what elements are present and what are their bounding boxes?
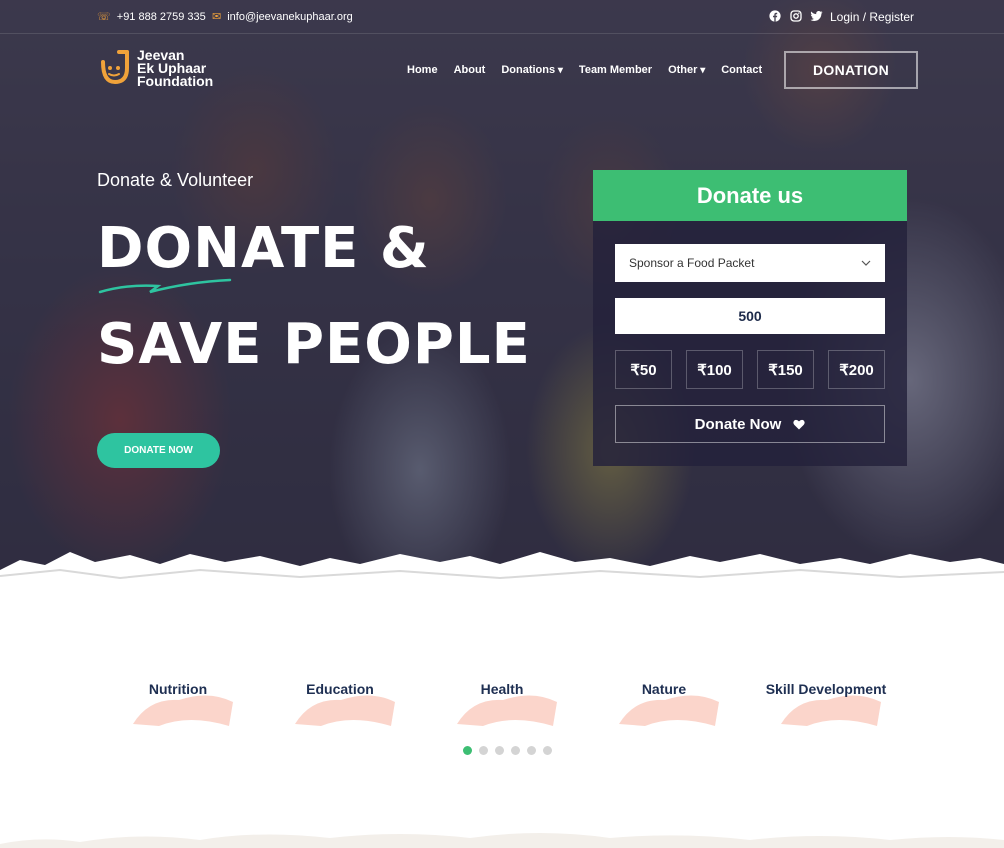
preset-amount-200[interactable]: ₹200 xyxy=(828,350,885,389)
donate-panel-title: Donate us xyxy=(593,170,907,221)
facebook-icon[interactable] xyxy=(768,9,781,22)
instagram-icon[interactable] xyxy=(789,9,802,22)
phone-number: +91 888 2759 335 xyxy=(116,10,206,23)
category-label: Nature xyxy=(641,681,687,697)
carousel-dot-3[interactable] xyxy=(495,746,504,755)
hero-title-line-2: SAVE PEOPLE xyxy=(97,312,531,377)
logo-mark-icon xyxy=(101,50,129,85)
carousel-dots xyxy=(463,746,552,755)
phone-icon: ☏ xyxy=(97,11,111,23)
amount-input[interactable]: 500 xyxy=(615,298,885,334)
nav-contact[interactable]: Contact xyxy=(721,64,762,76)
social-links xyxy=(768,9,823,22)
top-bar: ☏ +91 888 2759 335 ✉ info@jeevanekuphaar… xyxy=(0,0,1004,34)
hero-title-line-1: DONATE & xyxy=(97,216,430,281)
twitter-icon[interactable] xyxy=(810,9,823,22)
torn-paper-edge xyxy=(0,552,1004,580)
logo-line-3: Foundation xyxy=(137,72,214,89)
squiggle-underline xyxy=(98,278,232,294)
category-label: Education xyxy=(306,681,374,697)
nav-other[interactable]: Other xyxy=(668,64,705,76)
panel-donate-now-button[interactable]: Donate Now xyxy=(615,405,885,443)
main-nav: Home About Donations Team Member Other C… xyxy=(407,64,762,76)
mail-icon: ✉ xyxy=(212,11,222,23)
donation-button[interactable]: DONATION xyxy=(784,51,918,89)
hero-subtitle: Donate & Volunteer xyxy=(97,170,254,190)
category-nature[interactable]: Nature xyxy=(583,670,745,726)
nav-about[interactable]: About xyxy=(454,64,486,76)
carousel-dot-2[interactable] xyxy=(479,746,488,755)
hero-section: ☏ +91 888 2759 335 ✉ info@jeevanekuphaar… xyxy=(0,0,1004,580)
category-education[interactable]: Education xyxy=(259,670,421,726)
category-health[interactable]: Health xyxy=(421,670,583,726)
bottom-section-edge xyxy=(0,833,1004,848)
carousel-dot-6[interactable] xyxy=(543,746,552,755)
donate-panel: Donate us Sponsor a Food Packet 500 ₹50 … xyxy=(593,170,907,466)
category-nutrition[interactable]: Nutrition xyxy=(97,670,259,726)
preset-amount-100[interactable]: ₹100 xyxy=(686,350,743,389)
panel-donate-now-label: Donate Now xyxy=(694,415,782,433)
hero-donate-now-button[interactable]: DONATE NOW xyxy=(97,433,220,468)
nav-donations[interactable]: Donations xyxy=(501,64,563,76)
category-label: Nutrition xyxy=(148,681,208,697)
category-skill-development[interactable]: Skill Development xyxy=(745,670,907,726)
preset-amount-150[interactable]: ₹150 xyxy=(757,350,814,389)
login-register-link[interactable]: Login / Register xyxy=(830,10,914,24)
nav-home[interactable]: Home xyxy=(407,64,438,76)
donation-type-value: Sponsor a Food Packet xyxy=(629,256,755,270)
site-logo[interactable]: Jeevan Ek Uphaar Foundation xyxy=(99,48,213,88)
logo-text: Jeevan Ek Uphaar Foundation xyxy=(137,48,214,89)
category-label: Health xyxy=(480,681,524,697)
preset-amount-50[interactable]: ₹50 xyxy=(615,350,672,389)
donation-type-select[interactable]: Sponsor a Food Packet xyxy=(615,244,885,282)
category-label: Skill Development xyxy=(765,681,887,697)
carousel-dot-4[interactable] xyxy=(511,746,520,755)
carousel-dot-5[interactable] xyxy=(527,746,536,755)
nav-team-member[interactable]: Team Member xyxy=(579,64,652,76)
carousel-dot-1[interactable] xyxy=(463,746,472,755)
phone-contact[interactable]: ☏ +91 888 2759 335 xyxy=(97,10,206,24)
heart-icon xyxy=(793,419,805,429)
chevron-down-icon xyxy=(861,260,871,266)
preset-amounts: ₹50 ₹100 ₹150 ₹200 xyxy=(615,350,885,389)
email-contact[interactable]: ✉ info@jeevanekuphaar.org xyxy=(212,10,353,24)
email-address: info@jeevanekuphaar.org xyxy=(227,10,353,23)
